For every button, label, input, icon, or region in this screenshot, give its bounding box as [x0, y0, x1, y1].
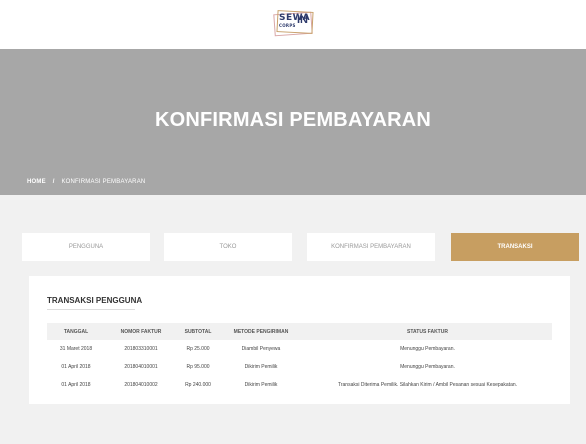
cell-status-faktur: Transaksi Diterima Pemilik. Silahkan Kir…: [337, 382, 518, 388]
cell-nomor-faktur: 201804010002: [124, 382, 158, 388]
breadcrumb-home-link[interactable]: HOME: [27, 179, 46, 185]
tab-konfirmasi-pembayaran[interactable]: KONFIRMASI PEMBAYARAN: [307, 233, 435, 261]
sewain-logo[interactable]: SEWA CORPS IN: [273, 10, 314, 37]
transactions-panel: TRANSAKSI PENGGUNA TANGGAL NOMOR FAKTUR …: [29, 276, 570, 404]
cell-status-faktur: Menunggu Pembayaran.: [400, 346, 455, 352]
cell-tanggal: 01 April 2018: [61, 382, 91, 388]
cell-metode-pengiriman: Dikirim Pemilik: [244, 382, 278, 388]
cell-status-faktur: Menunggu Pembayaran.: [400, 364, 455, 370]
cell-metode-pengiriman: Diambil Penyewa: [241, 346, 281, 352]
cell-subtotal: Rp 95.000: [186, 364, 210, 370]
breadcrumb-current: KONFIRMASI PEMBAYARAN: [61, 179, 146, 185]
top-bar: SEWA CORPS IN: [0, 0, 586, 49]
hero-banner: KONFIRMASI PEMBAYARAN HOME / KONFIRMASI …: [0, 49, 586, 195]
page-title: KONFIRMASI PEMBAYARAN: [154, 109, 432, 131]
column-header-metode-pengiriman: METODE PENGIRIMAN: [219, 323, 303, 340]
cell-subtotal: Rp 25.000: [186, 346, 210, 352]
tab-toko[interactable]: TOKO: [164, 233, 292, 261]
cell-tanggal: 31 Maret 2018: [59, 346, 93, 352]
cell-tanggal: 01 April 2018: [61, 364, 91, 370]
column-header-tanggal: TANGGAL: [47, 323, 105, 340]
cell-metode-pengiriman: Dikirim Pemilik: [244, 364, 278, 370]
table-header-row: TANGGAL NOMOR FAKTUR SUBTOTAL METODE PEN…: [47, 323, 552, 340]
logo-text-in: IN: [297, 14, 308, 26]
table-row[interactable]: 31 Maret 2018 201803310001 Rp 25.000 Dia…: [47, 340, 552, 358]
cell-nomor-faktur: 201804010001: [124, 364, 158, 370]
cell-nomor-faktur: 201803310001: [124, 346, 158, 352]
tab-transaksi[interactable]: TRANSAKSI: [451, 233, 579, 261]
transactions-table: TANGGAL NOMOR FAKTUR SUBTOTAL METODE PEN…: [47, 323, 552, 394]
breadcrumb-separator: /: [52, 179, 55, 185]
column-header-status-faktur: STATUS FAKTUR: [303, 323, 552, 340]
column-header-subtotal: SUBTOTAL: [177, 323, 219, 340]
table-row[interactable]: 01 April 2018 201804010002 Rp 240.000 Di…: [47, 376, 552, 394]
section-title: TRANSAKSI PENGGUNA: [47, 296, 143, 305]
breadcrumb: HOME / KONFIRMASI PEMBAYARAN: [27, 179, 150, 185]
column-header-nomor-faktur: NOMOR FAKTUR: [105, 323, 177, 340]
table-row[interactable]: 01 April 2018 201804010001 Rp 95.000 Dik…: [47, 358, 552, 376]
section-divider: [47, 309, 135, 310]
cell-subtotal: Rp 240.000: [185, 382, 211, 388]
tab-pengguna[interactable]: PENGGUNA: [22, 233, 150, 261]
